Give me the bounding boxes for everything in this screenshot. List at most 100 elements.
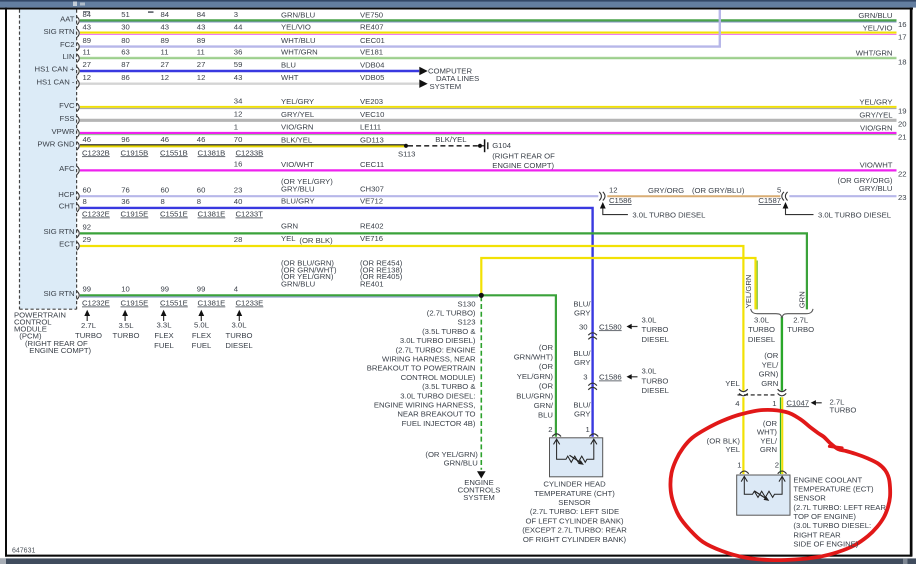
svg-text:1: 1 <box>234 122 238 131</box>
svg-text:(3.0L TURBO DIESEL:: (3.0L TURBO DIESEL: <box>793 521 871 530</box>
svg-text:C1587: C1587 <box>758 196 781 205</box>
svg-text:3.0L TURBO DIESEL): 3.0L TURBO DIESEL) <box>400 336 476 345</box>
svg-text:GRN/BLU: GRN/BLU <box>444 458 478 467</box>
svg-text:VE181: VE181 <box>360 48 383 57</box>
svg-text:VEC10: VEC10 <box>360 110 384 119</box>
svg-text:22: 22 <box>898 170 907 179</box>
svg-text:SENSOR: SENSOR <box>558 498 591 507</box>
svg-text:GRN: GRN <box>760 445 777 454</box>
svg-text:AFC: AFC <box>59 164 75 173</box>
svg-text:C1586: C1586 <box>609 196 632 205</box>
svg-text:70: 70 <box>234 135 243 144</box>
svg-text:3: 3 <box>583 373 587 382</box>
svg-text:43: 43 <box>197 22 206 31</box>
svg-text:60: 60 <box>83 185 92 194</box>
svg-text:WHT/BLU: WHT/BLU <box>281 36 316 45</box>
svg-text:WIRING HARNESS, NEAR: WIRING HARNESS, NEAR <box>382 355 476 364</box>
svg-text:C1915E: C1915E <box>121 299 149 308</box>
svg-text:1: 1 <box>772 399 776 408</box>
svg-text:2.7L: 2.7L <box>81 321 97 330</box>
svg-text:11: 11 <box>197 47 205 56</box>
svg-text:C1551E: C1551E <box>160 210 188 219</box>
svg-text:DIESEL: DIESEL <box>225 341 253 350</box>
svg-text:ENGINE COMPT): ENGINE COMPT) <box>29 346 91 355</box>
svg-text:C1381B: C1381B <box>198 148 226 157</box>
svg-text:YEL/VIO: YEL/VIO <box>281 23 311 32</box>
svg-text:12: 12 <box>197 73 206 82</box>
svg-text:TURBO: TURBO <box>830 406 857 415</box>
svg-text:CHT: CHT <box>59 202 75 211</box>
svg-text:BLU/: BLU/ <box>573 401 591 410</box>
svg-text:23: 23 <box>898 193 907 202</box>
svg-text:OF RIGHT CYLINDER BANK): OF RIGHT CYLINDER BANK) <box>523 535 627 544</box>
svg-text:C1232B: C1232B <box>82 148 110 157</box>
svg-text:59: 59 <box>234 60 243 69</box>
svg-text:DIESEL: DIESEL <box>642 335 670 344</box>
svg-text:VPWR: VPWR <box>51 127 75 136</box>
svg-text:C1551B: C1551B <box>160 148 188 157</box>
svg-text:2: 2 <box>775 461 779 470</box>
svg-text:GRN/WHT): GRN/WHT) <box>514 353 554 362</box>
svg-text:TEMPERATURE (CHT): TEMPERATURE (CHT) <box>534 489 615 498</box>
svg-text:5.0L: 5.0L <box>194 320 210 329</box>
svg-text:C1381E: C1381E <box>198 210 226 219</box>
svg-text:VE203: VE203 <box>360 97 383 106</box>
svg-text:S113: S113 <box>398 150 415 159</box>
svg-text:HCP: HCP <box>58 190 74 199</box>
svg-text:WHT/GRN: WHT/GRN <box>856 48 893 57</box>
svg-text:(3.5L TURBO &: (3.5L TURBO & <box>422 382 475 391</box>
svg-text:GRN: GRN <box>798 291 807 308</box>
svg-text:TURBO: TURBO <box>113 331 140 340</box>
svg-text:SIG RTN: SIG RTN <box>43 27 74 36</box>
svg-text:YEL: YEL <box>725 379 740 388</box>
svg-text:YEL/VIO: YEL/VIO <box>863 23 893 32</box>
svg-text:(OR: (OR <box>764 351 779 360</box>
svg-text:VE712: VE712 <box>360 196 383 205</box>
svg-text:FLEX: FLEX <box>154 331 173 340</box>
svg-text:19: 19 <box>898 107 907 116</box>
svg-text:12: 12 <box>161 73 170 82</box>
svg-text:GRN): GRN) <box>759 370 779 379</box>
svg-text:36: 36 <box>121 197 130 206</box>
svg-text:C1381E: C1381E <box>198 299 226 308</box>
svg-text:BLU/: BLU/ <box>573 349 591 358</box>
svg-text:YEL: YEL <box>281 234 296 243</box>
svg-text:GD113: GD113 <box>360 135 384 144</box>
svg-text:G104: G104 <box>492 141 512 150</box>
svg-text:(OR GRY/BLU): (OR GRY/BLU) <box>692 186 745 195</box>
svg-text:GRY/YEL: GRY/YEL <box>859 111 893 120</box>
svg-text:BLU: BLU <box>281 61 296 70</box>
svg-text:RE402: RE402 <box>360 222 384 231</box>
svg-text:(OR: (OR <box>539 362 554 371</box>
svg-text:FLEX: FLEX <box>192 331 211 340</box>
svg-text:TEMPERATURE (ECT): TEMPERATURE (ECT) <box>793 485 874 494</box>
svg-text:(OR: (OR <box>539 343 554 352</box>
svg-text:8: 8 <box>197 197 201 206</box>
svg-text:16: 16 <box>898 20 907 29</box>
svg-text:SIG RTN: SIG RTN <box>43 227 74 236</box>
svg-text:LE111: LE111 <box>360 123 381 132</box>
svg-text:27: 27 <box>83 60 92 69</box>
svg-text:CH307: CH307 <box>360 185 384 194</box>
svg-text:AAT: AAT <box>60 14 75 23</box>
svg-text:TURBO: TURBO <box>226 331 253 340</box>
svg-text:86: 86 <box>121 73 130 82</box>
svg-text:92: 92 <box>83 223 92 232</box>
svg-text:VIO/WHT: VIO/WHT <box>860 161 893 170</box>
svg-text:DIESEL: DIESEL <box>748 335 776 344</box>
svg-text:16: 16 <box>234 160 243 169</box>
svg-text:29: 29 <box>83 235 92 244</box>
svg-text:ENGINE COMPT): ENGINE COMPT) <box>492 161 554 170</box>
svg-text:27: 27 <box>161 60 170 69</box>
svg-text:8: 8 <box>161 197 165 206</box>
svg-text:DIESEL: DIESEL <box>642 386 670 395</box>
svg-text:GRN: GRN <box>281 222 298 231</box>
svg-text:89: 89 <box>83 36 92 45</box>
svg-text:HS1 CAN +: HS1 CAN + <box>35 65 75 74</box>
svg-text:3.0L TURBO DIESEL:: 3.0L TURBO DIESEL: <box>400 391 475 400</box>
svg-text:21: 21 <box>898 132 907 141</box>
svg-text:1: 1 <box>586 425 590 434</box>
svg-text:VIO/GRN: VIO/GRN <box>860 123 892 132</box>
svg-text:BLK/YEL: BLK/YEL <box>281 135 313 144</box>
svg-text:HS1 CAN -: HS1 CAN - <box>36 77 74 86</box>
